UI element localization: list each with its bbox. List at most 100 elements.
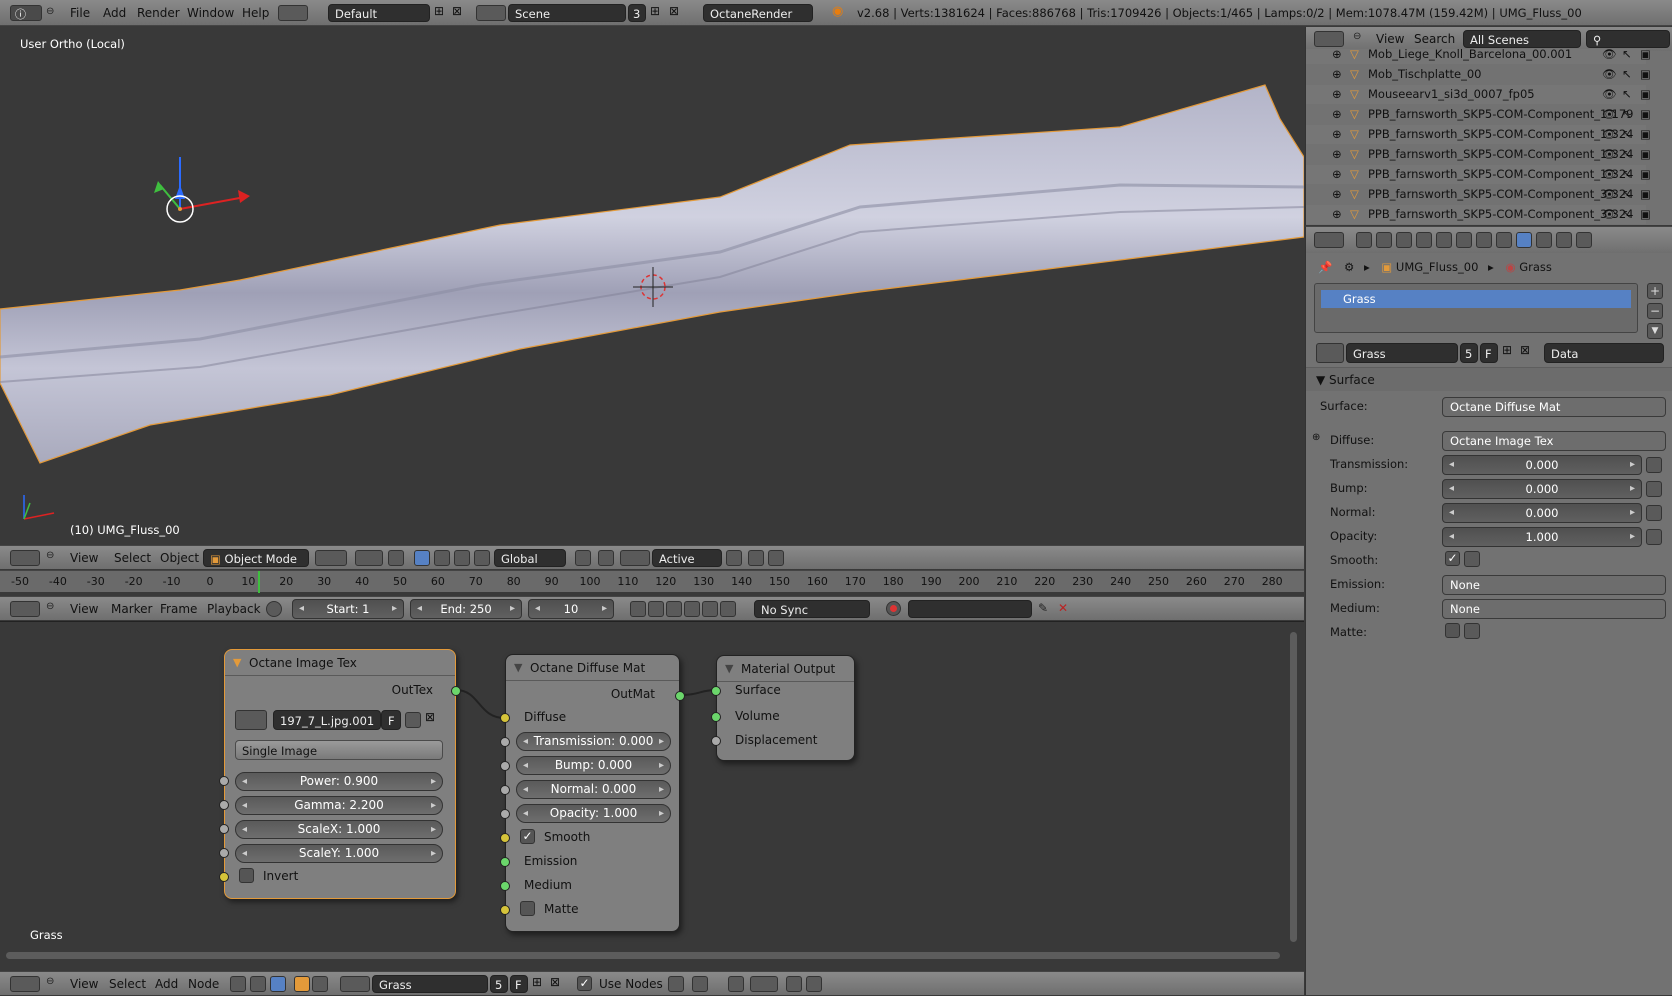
material-name-field[interactable]: Grass [372, 975, 488, 993]
scaley-slider[interactable]: ScaleY: 1.000 [235, 844, 443, 863]
expand-icon[interactable]: ⊕ [1332, 49, 1342, 64]
opacity-link-icon[interactable] [1646, 529, 1662, 545]
opacity-socket[interactable] [500, 809, 510, 819]
current-frame-field[interactable]: 10 [528, 599, 614, 619]
image-fake-user[interactable]: F [381, 710, 401, 730]
slot-specials-icon[interactable]: ▼ [1647, 323, 1663, 339]
layers-icon[interactable] [575, 550, 591, 566]
menu-render[interactable]: Render [137, 0, 180, 26]
selectable-arrow-icon[interactable]: ↖ [1622, 205, 1632, 224]
bump-slider[interactable]: Bump: 0.000 [516, 756, 671, 775]
node-editor[interactable]: Octane Image Tex ▼ OutTex 197_7_L.jpg.00… [0, 621, 1304, 971]
sync-select[interactable]: No Sync [754, 600, 870, 618]
remove-layout-icon[interactable]: ⊠ [452, 4, 462, 18]
render-engine-select[interactable]: OctaneRender [703, 4, 813, 22]
pin-icon[interactable]: 📌 [1318, 260, 1332, 274]
smooth-checkbox[interactable]: ✓ [520, 829, 535, 844]
copy-nodes-icon[interactable] [786, 976, 802, 992]
visibility-eye-icon[interactable]: 👁 [1602, 165, 1617, 184]
visibility-eye-icon[interactable]: 👁 [1602, 205, 1617, 224]
remove-slot-icon[interactable]: − [1647, 303, 1663, 319]
matte-link-icon[interactable] [1464, 623, 1480, 639]
pivot-point-icon[interactable] [355, 550, 383, 566]
material-output-node-title[interactable]: Material Output [717, 656, 854, 682]
delete-keyframe-icon[interactable]: ✕ [1058, 601, 1068, 615]
selectable-arrow-icon[interactable]: ↖ [1622, 49, 1632, 64]
normal-socket[interactable] [500, 785, 510, 795]
renderable-camera-icon[interactable]: ▣ [1640, 49, 1651, 64]
insert-keyframe-icon[interactable]: ✎ [1038, 601, 1048, 615]
renderable-camera-icon[interactable]: ▣ [1640, 105, 1651, 124]
diffuse-mat-node[interactable]: Octane Diffuse Mat ▼ OutMat Diffuse Tran… [500, 654, 685, 932]
menu-object[interactable]: Object [160, 546, 199, 570]
new-material-icon[interactable]: ⊞ [1502, 343, 1512, 357]
outliner[interactable]: ⊖ View Search All Scenes ⚲ ⊕ ▽ Mob_Liege_K… [1305, 27, 1672, 225]
menu-select[interactable]: Select [114, 546, 151, 570]
transmission-link-icon[interactable] [1646, 457, 1662, 473]
transmission-field[interactable]: 0.000 [1442, 455, 1642, 475]
material-browse-icon[interactable] [1316, 343, 1344, 363]
snap-node-icon[interactable] [728, 976, 744, 992]
expand-icon[interactable]: ⊕ [1332, 205, 1342, 224]
menu-view[interactable]: View [70, 546, 98, 570]
outliner-item[interactable]: ⊕ ▽ Mob_Tischplatte_00 👁 ↖ ▣ [1306, 65, 1651, 84]
outliner-item[interactable]: ⊕ ▽ Mouseearv1_si3d_0007_fp05 👁 ↖ ▣ [1306, 85, 1651, 104]
outtex-socket[interactable] [451, 686, 461, 696]
scalex-slider[interactable]: ScaleX: 1.000 [235, 820, 443, 839]
scene-icon[interactable] [476, 5, 506, 21]
renderable-camera-icon[interactable]: ▣ [1640, 85, 1651, 104]
menu-select[interactable]: Select [109, 972, 146, 996]
power-socket[interactable] [219, 776, 229, 786]
power-slider[interactable]: Power: 0.900 [235, 772, 443, 791]
collapse-icon[interactable]: ⊖ [46, 601, 54, 612]
image-tex-node[interactable]: Octane Image Tex ▼ OutTex 197_7_L.jpg.00… [219, 649, 461, 899]
normal-field[interactable]: 0.000 [1442, 503, 1642, 523]
open-image-icon[interactable] [405, 712, 421, 728]
renderable-camera-icon[interactable]: ▣ [1640, 65, 1651, 84]
menu-file[interactable]: File [70, 0, 90, 26]
collapse-icon[interactable]: ⊖ [46, 550, 54, 561]
diffuse-socket[interactable] [500, 713, 510, 723]
world-shader-icon[interactable] [312, 976, 328, 992]
diffuse-select[interactable]: Octane Image Tex [1442, 431, 1666, 451]
shader-nodes-icon[interactable] [230, 976, 246, 992]
add-slot-icon[interactable]: + [1647, 283, 1663, 299]
volume-socket[interactable] [711, 712, 721, 722]
collapse-node-icon[interactable]: ▼ [233, 656, 241, 669]
render-anim-icon[interactable] [768, 550, 784, 566]
collapse-node-icon[interactable]: ▼ [514, 661, 522, 674]
surface-panel-header[interactable]: ▼ Surface [1306, 367, 1672, 391]
image-browse-icon[interactable] [235, 710, 267, 730]
unlink-material-icon[interactable]: ⊠ [550, 975, 560, 989]
invert-checkbox[interactable] [239, 868, 254, 883]
menu-window[interactable]: Window [187, 0, 234, 26]
matte-checkbox[interactable] [1445, 623, 1460, 638]
smooth-checkbox[interactable]: ✓ [1445, 551, 1460, 566]
editor-type-icon[interactable] [1314, 232, 1344, 248]
viewport-shading-icon[interactable] [315, 550, 347, 566]
expand-icon[interactable]: ⊕ [1332, 85, 1342, 104]
renderable-camera-icon[interactable]: ▣ [1640, 145, 1651, 164]
opacity-field[interactable]: 1.000 [1442, 527, 1642, 547]
material-name-field[interactable]: Grass [1346, 343, 1458, 363]
outliner-item[interactable]: ⊕ ▽ PPB_farnsworth_SKP5-COM-Component_1-17… [1306, 105, 1651, 124]
expand-icon[interactable]: ⊕ [1332, 105, 1342, 124]
collapse-icon[interactable]: ⊖ [46, 6, 54, 17]
matte-checkbox[interactable] [520, 901, 535, 916]
snap-icon[interactable] [620, 550, 650, 566]
preview-range-icon[interactable] [266, 601, 282, 617]
material-fake-user[interactable]: F [510, 975, 528, 993]
selectable-arrow-icon[interactable]: ↖ [1622, 105, 1632, 124]
renderable-camera-icon[interactable]: ▣ [1640, 165, 1651, 184]
use-nodes-checkbox[interactable]: ✓ [577, 976, 592, 991]
collapse-icon[interactable]: ⊖ [1353, 31, 1361, 42]
data-tab-icon[interactable] [1496, 232, 1512, 248]
medium-socket[interactable] [500, 881, 510, 891]
backdrop-icon[interactable] [668, 976, 684, 992]
material-fake-user[interactable]: F [1480, 343, 1498, 363]
selectable-arrow-icon[interactable]: ↖ [1622, 165, 1632, 184]
expand-diffuse-icon[interactable]: ⊕ [1312, 432, 1320, 443]
rotate-icon[interactable] [434, 550, 450, 566]
selectable-arrow-icon[interactable]: ↖ [1622, 85, 1632, 104]
world-tab-icon[interactable] [1416, 232, 1432, 248]
